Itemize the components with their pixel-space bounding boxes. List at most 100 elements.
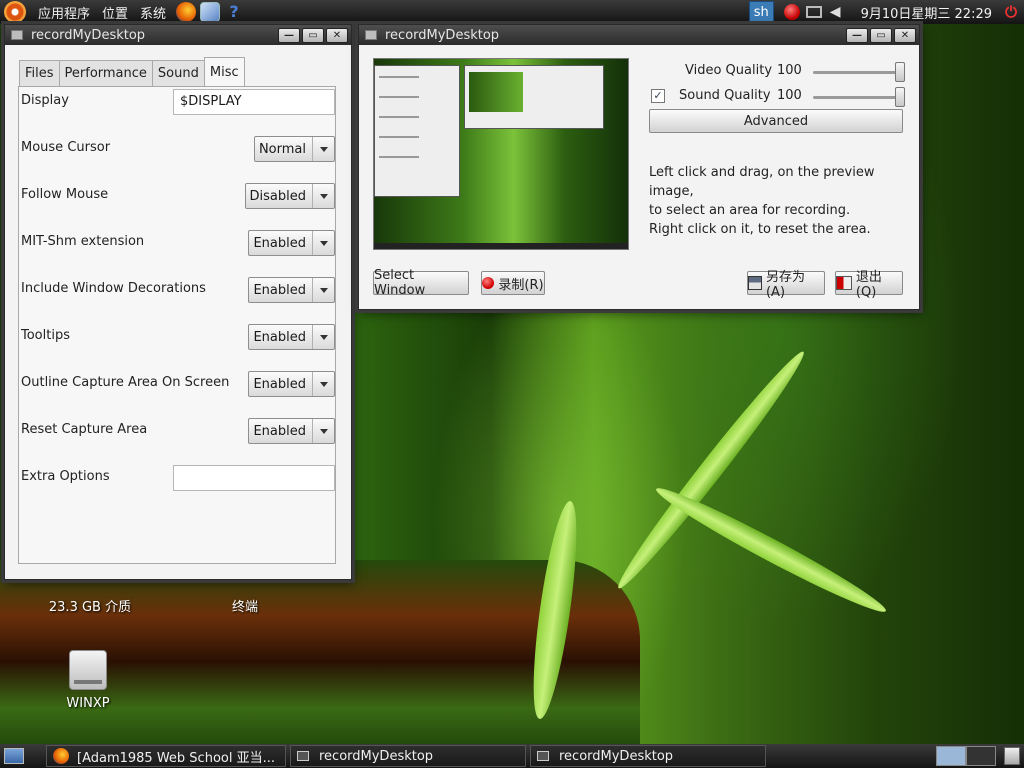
quit-button[interactable]: 退出(Q): [835, 270, 903, 300]
desktop-icon-media-label[interactable]: 23.3 GB 介质: [38, 596, 142, 615]
setting-mit-shm: MIT-Shm extension Enabled: [21, 230, 335, 256]
select-window-label: Select Window: [374, 268, 426, 298]
setting-label: Reset Capture Area: [21, 422, 148, 437]
prefs-titlebar[interactable]: recordMyDesktop — ▭ ✕: [5, 25, 351, 45]
sound-quality-value: 100: [777, 88, 802, 103]
sound-quality-row: ✓ Sound Quality 100: [649, 87, 909, 107]
maximize-button[interactable]: ▭: [870, 27, 892, 43]
combo-value: Enabled: [253, 329, 306, 345]
taskbar-item-recordmydesktop[interactable]: recordMyDesktop: [290, 745, 526, 767]
combo-value: Disabled: [249, 188, 306, 204]
main-titlebar[interactable]: recordMyDesktop — ▭ ✕: [359, 25, 919, 45]
reset-capture-combo[interactable]: Enabled: [248, 418, 335, 444]
setting-extra-options: Extra Options: [21, 465, 335, 491]
close-button[interactable]: ✕: [894, 27, 916, 43]
preview-image[interactable]: [373, 58, 629, 250]
workspace-switcher[interactable]: [936, 746, 996, 766]
preview-thumb-window: [464, 65, 604, 129]
save-as-button[interactable]: 另存为(A): [747, 270, 825, 300]
task-label: [Adam1985 Web School 亚当...: [77, 750, 275, 766]
floppy-icon: [748, 276, 762, 290]
setting-label: Display: [21, 93, 69, 108]
slider-thumb[interactable]: [895, 62, 905, 82]
save-as-label: 另存为(A): [765, 270, 805, 300]
task-label: recordMyDesktop: [319, 748, 434, 764]
setting-label: MIT-Shm extension: [21, 234, 145, 249]
help-icon[interactable]: ?: [224, 2, 244, 22]
minimize-button[interactable]: —: [846, 27, 868, 43]
window-icon: [365, 30, 377, 40]
sound-quality-slider[interactable]: [813, 87, 905, 107]
sound-quality-label: Sound Quality: [679, 88, 771, 103]
menu-system[interactable]: 系统: [134, 3, 172, 22]
sound-quality-checkbox[interactable]: ✓: [651, 89, 665, 103]
mit-shm-combo[interactable]: Enabled: [248, 230, 335, 256]
tab-files[interactable]: Files: [19, 60, 60, 86]
volume-icon[interactable]: ◀: [830, 4, 841, 20]
tab-misc[interactable]: Misc: [203, 57, 245, 86]
workspace-1[interactable]: [936, 746, 966, 766]
advanced-button[interactable]: Advanced: [649, 109, 903, 133]
chevron-down-icon: [312, 325, 334, 349]
combo-value: Normal: [258, 141, 306, 157]
ubuntu-logo-icon[interactable]: [4, 1, 26, 23]
menu-applications[interactable]: 应用程序: [32, 3, 96, 22]
window-controls: — ▭ ✕: [278, 27, 348, 43]
chevron-down-icon: [312, 184, 334, 208]
minimize-button[interactable]: —: [278, 27, 300, 43]
menu-places[interactable]: 位置: [96, 3, 134, 22]
window-controls: — ▭ ✕: [846, 27, 916, 43]
preview-hint: Left click and drag, on the preview imag…: [649, 163, 919, 239]
follow-mouse-combo[interactable]: Disabled: [244, 183, 335, 209]
desktop-icon-winxp-label[interactable]: WINXP: [50, 696, 126, 711]
taskbar-item-recordmydesktop[interactable]: recordMyDesktop: [530, 745, 766, 767]
taskbar-item-firefox[interactable]: [Adam1985 Web School 亚当...: [46, 745, 286, 767]
tab-performance[interactable]: Performance: [58, 60, 153, 86]
drive-icon[interactable]: [69, 650, 107, 690]
tab-sound[interactable]: Sound: [151, 60, 205, 86]
terminal-applet[interactable]: sh: [748, 1, 774, 23]
workspace-2[interactable]: [966, 746, 996, 766]
combo-value: Enabled: [253, 235, 306, 251]
display-input[interactable]: $DISPLAY: [173, 89, 335, 115]
close-button[interactable]: ✕: [326, 27, 348, 43]
combo-value: Enabled: [253, 376, 306, 392]
misc-tab-panel: Display $DISPLAY Mouse Cursor Normal Fol…: [18, 86, 336, 564]
trash-icon[interactable]: [1004, 747, 1020, 765]
bottom-panel: [Adam1985 Web School 亚当... recordMyDeskt…: [0, 744, 1024, 768]
outline-capture-combo[interactable]: Enabled: [248, 371, 335, 397]
show-desktop-icon[interactable]: [4, 748, 24, 764]
window-decorations-combo[interactable]: Enabled: [248, 277, 335, 303]
tooltips-combo[interactable]: Enabled: [248, 324, 335, 350]
top-panel: 应用程序 位置 系统 ? sh ◀ 9月10日星期三 22:29 ⏻: [0, 0, 1024, 24]
main-window-title: recordMyDesktop: [385, 27, 500, 43]
chevron-down-icon: [312, 137, 334, 161]
record-tray-icon[interactable]: [783, 4, 800, 20]
network-icon[interactable]: [805, 6, 822, 18]
video-quality-row: Video Quality 100: [649, 62, 909, 82]
extra-options-input[interactable]: [173, 465, 335, 491]
video-quality-label: Video Quality: [685, 63, 773, 78]
select-window-button[interactable]: Select Window: [373, 268, 469, 298]
setting-window-decorations: Include Window Decorations Enabled: [21, 277, 335, 303]
chevron-down-icon: [312, 419, 334, 443]
wallpaper-leaf: [651, 479, 891, 621]
combo-value: Enabled: [253, 282, 306, 298]
mouse-cursor-combo[interactable]: Normal: [253, 136, 335, 162]
record-label: 录制(R): [498, 277, 544, 293]
record-button[interactable]: 录制(R): [481, 271, 545, 295]
chevron-down-icon: [312, 278, 334, 302]
preview-thumb-window: [374, 65, 460, 197]
clock[interactable]: 9月10日星期三 22:29: [861, 3, 992, 22]
chevron-down-icon: [312, 372, 334, 396]
firefox-icon[interactable]: [176, 2, 197, 22]
exit-icon: [836, 276, 852, 290]
power-icon[interactable]: ⏻: [1002, 3, 1020, 21]
slider-thumb[interactable]: [895, 87, 905, 107]
setting-label: Include Window Decorations: [21, 281, 206, 296]
maximize-button[interactable]: ▭: [302, 27, 324, 43]
record-icon: [482, 277, 495, 289]
video-quality-slider[interactable]: [813, 62, 905, 82]
desktop-icon-terminal-label[interactable]: 终端: [210, 596, 280, 615]
text-editor-icon[interactable]: [200, 2, 221, 22]
